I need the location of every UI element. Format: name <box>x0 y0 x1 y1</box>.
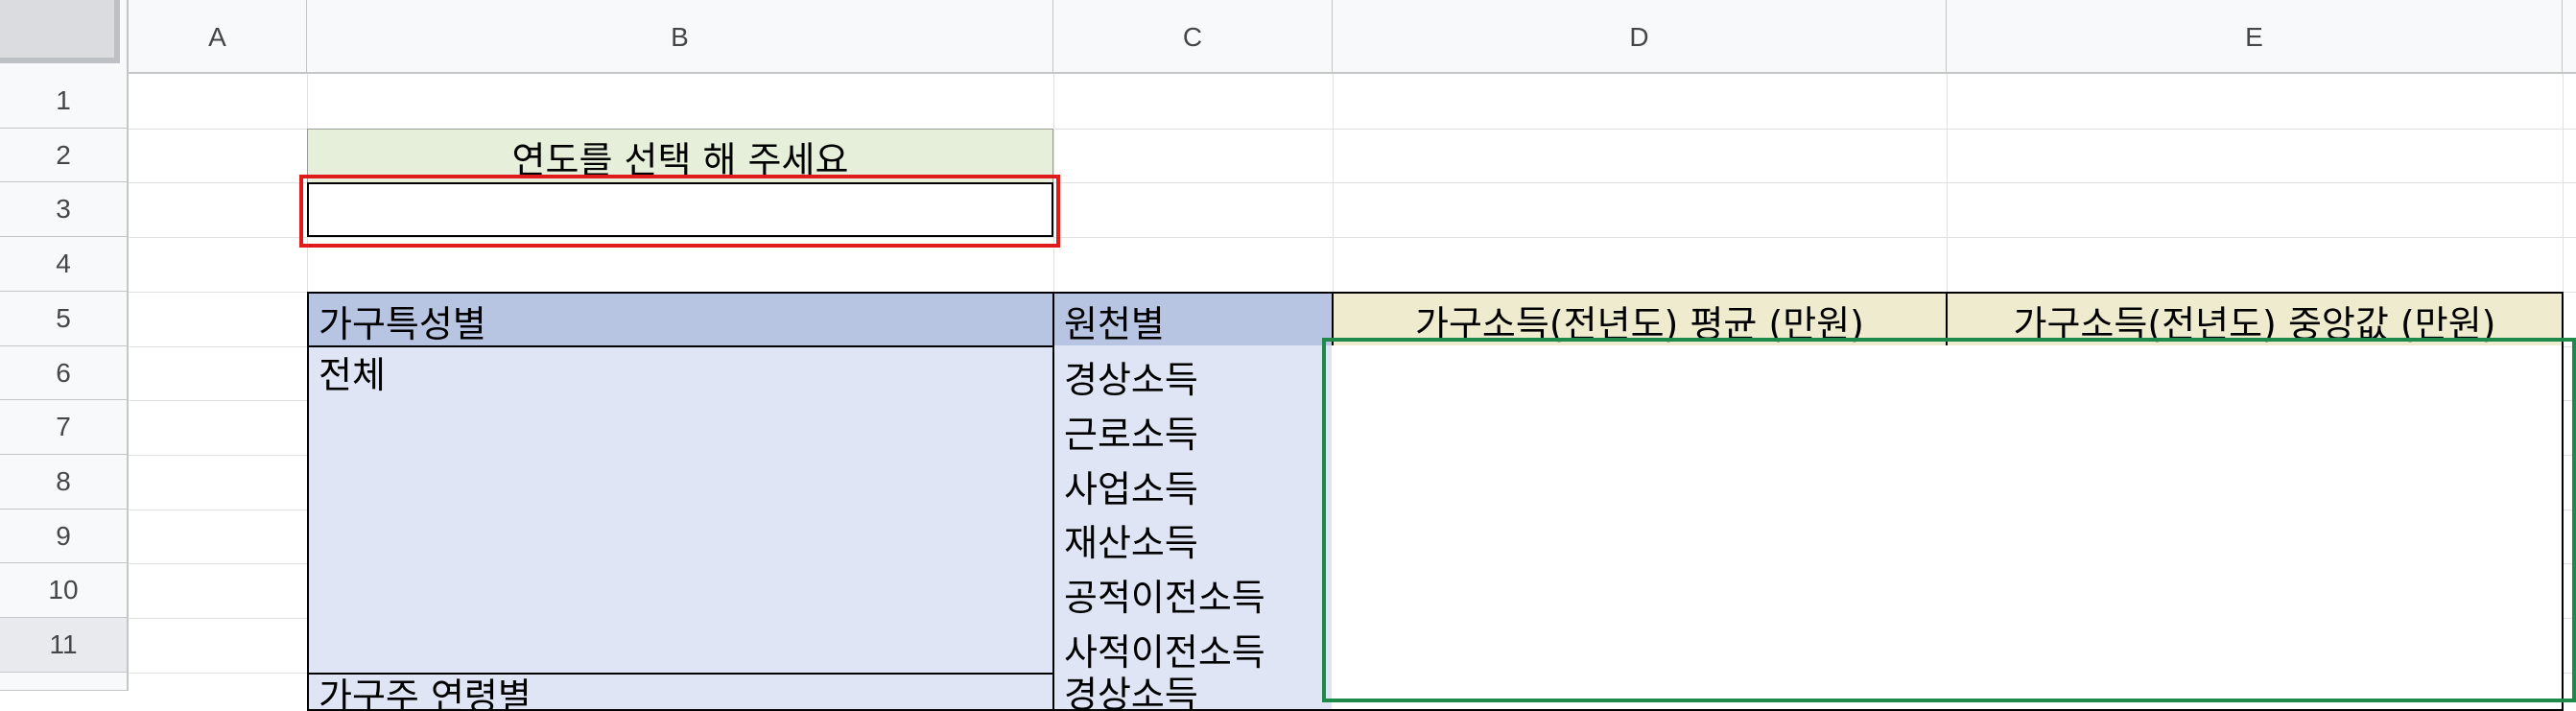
mean-value-cell[interactable] <box>1332 400 1948 457</box>
header-income-median[interactable]: 가구소득(전년도) 중앙값 (만원) <box>1946 292 2564 347</box>
mean-value-cell[interactable] <box>1332 618 1948 675</box>
row-header-8[interactable]: 8 <box>0 455 129 510</box>
column-header-a[interactable]: A <box>129 0 307 74</box>
row-header-7[interactable]: 7 <box>0 400 129 455</box>
header-income-mean[interactable]: 가구소득(전년도) 평균 (만원) <box>1332 292 1948 347</box>
column-header-b[interactable]: B <box>307 0 1053 74</box>
row-header-6[interactable]: 6 <box>0 346 129 400</box>
source-cell[interactable]: 재산소득 <box>1052 510 1334 565</box>
row-header-10[interactable]: 10 <box>0 563 129 618</box>
header-household-group[interactable]: 가구특성별 <box>307 292 1054 347</box>
row-header-9[interactable]: 9 <box>0 510 129 563</box>
mean-value-cell[interactable] <box>1332 563 1948 620</box>
column-header-d[interactable]: D <box>1333 0 1947 74</box>
row-header-11[interactable]: 11 <box>0 618 129 673</box>
source-cell-partial[interactable]: 경상소득 <box>1052 673 1334 711</box>
median-value-cell[interactable] <box>1946 455 2564 511</box>
median-value-cell[interactable] <box>1946 510 2564 565</box>
spreadsheet-grid: A B C D E 1 2 3 4 5 6 7 8 9 10 11 연도를 선택… <box>0 0 2576 711</box>
median-value-cell[interactable] <box>1946 400 2564 457</box>
row-header-3[interactable]: 3 <box>0 182 129 237</box>
gridline <box>129 237 2576 238</box>
source-cell[interactable]: 공적이전소득 <box>1052 563 1334 620</box>
header-income-source[interactable]: 원천별 <box>1052 292 1334 347</box>
year-select-cell[interactable] <box>307 182 1053 237</box>
group-age-cell-partial[interactable]: 가구주 연령별 <box>307 673 1054 711</box>
group-total-cell[interactable]: 전체 <box>307 345 1054 675</box>
median-value-cell[interactable] <box>1946 345 2564 402</box>
mean-value-cell-partial[interactable] <box>1332 673 1948 711</box>
row-header-4[interactable]: 4 <box>0 237 129 292</box>
source-cell[interactable]: 경상소득 <box>1052 345 1334 402</box>
mean-value-cell[interactable] <box>1332 510 1948 565</box>
source-cell[interactable]: 사적이전소득 <box>1052 618 1334 675</box>
median-value-cell-partial[interactable] <box>1946 673 2564 711</box>
median-value-cell[interactable] <box>1946 563 2564 620</box>
source-cell[interactable]: 사업소득 <box>1052 455 1334 511</box>
row-header-12-partial[interactable] <box>0 673 129 691</box>
select-all-corner[interactable] <box>0 0 129 74</box>
mean-value-cell[interactable] <box>1332 345 1948 402</box>
source-cell[interactable]: 근로소득 <box>1052 400 1334 457</box>
median-value-cell[interactable] <box>1946 618 2564 675</box>
row-header-1[interactable]: 1 <box>0 74 129 129</box>
column-header-e[interactable]: E <box>1947 0 2563 74</box>
mean-value-cell[interactable] <box>1332 455 1948 511</box>
year-prompt-label: 연도를 선택 해 주세요 <box>307 129 1053 182</box>
row-header-5[interactable]: 5 <box>0 292 129 346</box>
column-header-c[interactable]: C <box>1053 0 1333 74</box>
row-header-2[interactable]: 2 <box>0 129 129 182</box>
